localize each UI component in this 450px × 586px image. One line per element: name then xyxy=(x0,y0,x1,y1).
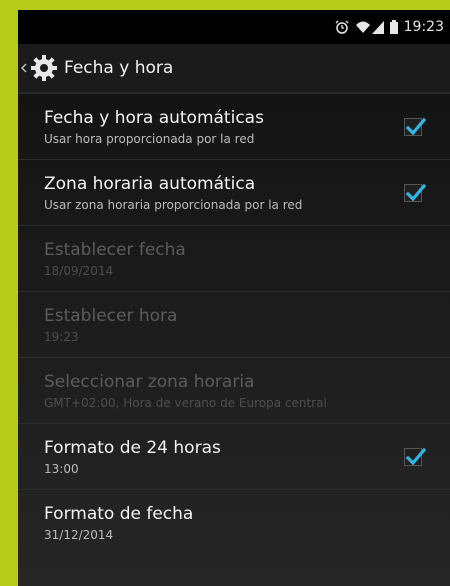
setting-select-timezone[interactable]: Seleccionar zona horaria GMT+02:00, Hora… xyxy=(18,358,450,424)
setting-summary: 18/09/2014 xyxy=(44,264,114,278)
phone-screen: 19:23 Fecha y hora Fecha y hora automáti… xyxy=(18,10,450,586)
action-bar: Fecha y hora xyxy=(18,44,450,94)
setting-summary: Usar zona horaria proporcionada por la r… xyxy=(44,198,303,212)
24-hour-format-checkbox[interactable] xyxy=(404,447,426,466)
setting-label: Formato de 24 horas xyxy=(44,438,221,458)
setting-summary: Usar hora proporcionada por la red xyxy=(44,132,255,146)
setting-summary: 19:23 xyxy=(44,330,79,344)
setting-label: Zona horaria automática xyxy=(44,174,256,194)
auto-timezone-checkbox[interactable] xyxy=(404,183,426,202)
setting-label: Seleccionar zona horaria xyxy=(44,372,255,392)
setting-set-time[interactable]: Establecer hora 19:23 xyxy=(18,292,450,358)
alarm-icon xyxy=(335,20,349,34)
setting-label: Establecer hora xyxy=(44,306,178,326)
gear-icon[interactable] xyxy=(30,54,58,82)
auto-date-time-checkbox[interactable] xyxy=(404,117,426,136)
battery-icon xyxy=(389,20,398,34)
wifi-icon xyxy=(355,20,371,34)
setting-label: Formato de fecha xyxy=(44,504,194,524)
setting-date-format[interactable]: Formato de fecha 31/12/2014 xyxy=(18,490,450,556)
setting-summary: GMT+02:00, Hora de verano de Europa cent… xyxy=(44,396,327,410)
status-bar: 19:23 xyxy=(18,10,450,44)
setting-label: Fecha y hora automáticas xyxy=(44,108,264,128)
setting-24-hour-format[interactable]: Formato de 24 horas 13:00 xyxy=(18,424,450,490)
setting-set-date[interactable]: Establecer fecha 18/09/2014 xyxy=(18,226,450,292)
setting-summary: 31/12/2014 xyxy=(44,528,114,542)
status-time: 19:23 xyxy=(403,19,444,35)
page-title: Fecha y hora xyxy=(64,58,174,78)
setting-label: Establecer fecha xyxy=(44,240,186,260)
setting-auto-timezone[interactable]: Zona horaria automática Usar zona horari… xyxy=(18,160,450,226)
back-chevron-icon[interactable] xyxy=(18,44,30,92)
setting-auto-date-time[interactable]: Fecha y hora automáticas Usar hora propo… xyxy=(18,94,450,160)
setting-summary: 13:00 xyxy=(44,462,79,476)
settings-list: Fecha y hora automáticas Usar hora propo… xyxy=(18,94,450,586)
signal-icon xyxy=(371,20,384,34)
